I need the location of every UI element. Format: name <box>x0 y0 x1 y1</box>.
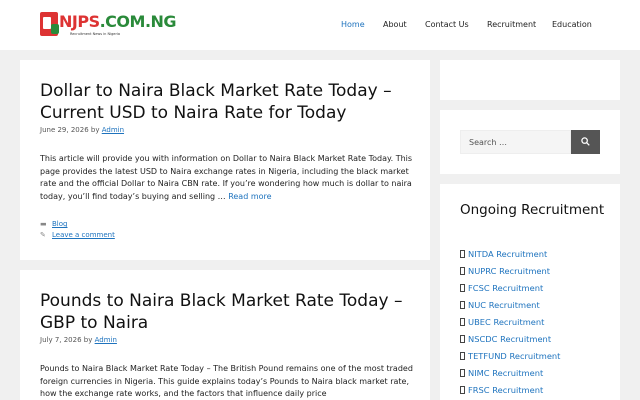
post-by: by <box>90 126 100 134</box>
recruitment-item[interactable]: UBEC Recruitment <box>460 317 544 327</box>
post-by: by <box>83 336 93 344</box>
post-comment: ✎ Leave a comment <box>40 231 115 239</box>
recruitment-item[interactable]: NITDA Recruitment <box>460 249 547 259</box>
post-card: Dollar to Naira Black Market Rate Today … <box>20 60 430 260</box>
nav-education[interactable]: Education <box>552 0 592 50</box>
post-meta: June 29, 2026 by Admin <box>40 126 124 134</box>
category-link[interactable]: Blog <box>52 220 67 228</box>
post-author-link[interactable]: Admin <box>95 336 117 344</box>
post-author-link[interactable]: Admin <box>102 126 124 134</box>
post-title[interactable]: Pounds to Naira Black Market Rate Today … <box>40 290 420 334</box>
recruitment-widget: Ongoing Recruitment NITDA Recruitment NU… <box>440 184 620 400</box>
recruitment-item[interactable]: TETFUND Recruitment <box>460 351 560 361</box>
recruitment-item[interactable]: FRSC Recruitment <box>460 385 543 395</box>
nav-recruitment[interactable]: Recruitment <box>487 0 536 50</box>
recruitment-item-label[interactable]: UBEC Recruitment <box>468 317 544 327</box>
folder-icon: ▬ <box>40 220 47 228</box>
comment-icon: ✎ <box>40 231 46 239</box>
recruitment-item[interactable]: NUPRC Recruitment <box>460 266 550 276</box>
recruitment-item-label[interactable]: FCSC Recruitment <box>468 283 543 293</box>
post-card: Pounds to Naira Black Market Rate Today … <box>20 270 430 400</box>
search-input[interactable] <box>460 130 571 154</box>
nav-about[interactable]: About <box>383 0 407 50</box>
recruitment-item-label[interactable]: NIMC Recruitment <box>468 368 543 378</box>
recruitment-item[interactable]: FCSC Recruitment <box>460 283 543 293</box>
logo-icon <box>40 12 59 36</box>
box-icon <box>460 301 465 309</box>
sidebar-widget-empty <box>440 60 620 100</box>
recruitment-item-label[interactable]: FRSC Recruitment <box>468 385 543 395</box>
box-icon <box>460 369 465 377</box>
site-logo[interactable]: NJPS.COM.NG Recruitment News in Nigeria <box>40 12 177 38</box>
search-button[interactable] <box>571 130 600 154</box>
recruitment-item[interactable]: NSCDC Recruitment <box>460 334 551 344</box>
recruitment-item[interactable]: NIMC Recruitment <box>460 368 543 378</box>
post-meta: July 7, 2026 by Admin <box>40 336 117 344</box>
search-icon <box>581 137 590 146</box>
nav-contact-us[interactable]: Contact Us <box>425 0 469 50</box>
logo-tagline: Recruitment News in Nigeria <box>70 32 121 36</box>
search-widget <box>440 110 620 174</box>
box-icon <box>460 318 465 326</box>
box-icon <box>460 386 465 394</box>
site-header: NJPS.COM.NG Recruitment News in Nigeria … <box>0 0 640 50</box>
widget-title: Ongoing Recruitment <box>460 202 605 218</box>
post-excerpt: Pounds to Naira Black Market Rate Today … <box>40 364 413 399</box>
post-date[interactable]: July 7, 2026 <box>40 336 82 344</box>
recruitment-item[interactable]: NUC Recruitment <box>460 300 540 310</box>
post-title[interactable]: Dollar to Naira Black Market Rate Today … <box>40 80 420 124</box>
recruitment-item-label[interactable]: NITDA Recruitment <box>468 249 547 259</box>
box-icon <box>460 267 465 275</box>
recruitment-item-label[interactable]: NUPRC Recruitment <box>468 266 550 276</box>
read-more-link[interactable]: Read more <box>228 192 271 201</box>
post-category: ▬ Blog <box>40 220 67 228</box>
logo-main: NJPS <box>59 12 100 31</box>
logo-suffix: .COM.NG <box>99 12 177 31</box>
box-icon <box>460 335 465 343</box>
recruitment-item-label[interactable]: NSCDC Recruitment <box>468 334 551 344</box>
recruitment-item-label[interactable]: NUC Recruitment <box>468 300 540 310</box>
recruitment-item-label[interactable]: TETFUND Recruitment <box>468 351 560 361</box>
leave-comment-link[interactable]: Leave a comment <box>52 231 115 239</box>
post-excerpt-text: This article will provide you with infor… <box>40 154 413 201</box>
post-excerpt: This article will provide you with infor… <box>40 153 416 203</box>
box-icon <box>460 250 465 258</box>
post-date[interactable]: June 29, 2026 <box>40 126 89 134</box>
nav-home[interactable]: Home <box>341 0 365 50</box>
box-icon <box>460 284 465 292</box>
box-icon <box>460 352 465 360</box>
